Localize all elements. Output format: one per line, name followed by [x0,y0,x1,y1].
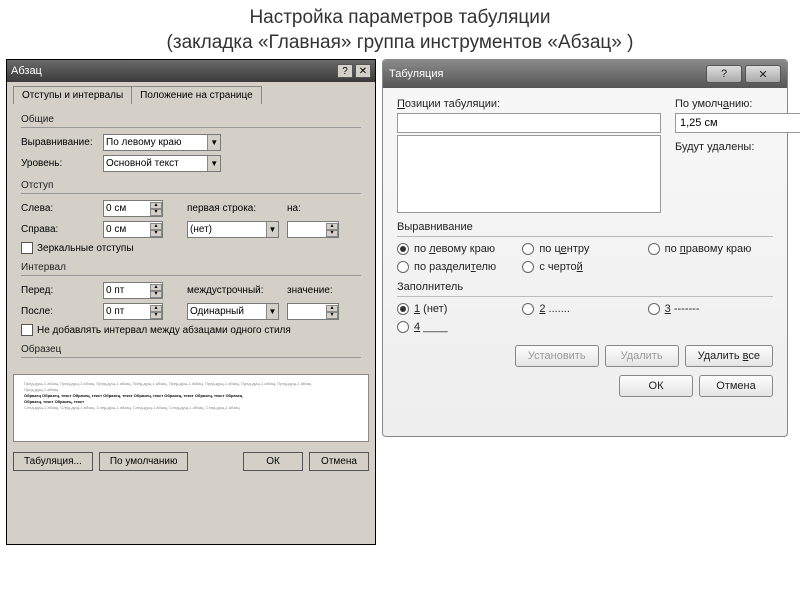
tab-indents[interactable]: Отступы и интервалы [13,86,132,104]
clear-button[interactable]: Удалить [605,345,679,367]
alignment-group-label: Выравнивание [397,221,773,233]
cancel-button[interactable]: Отмена [309,452,369,471]
align-left-radio[interactable]: по левому краю [397,243,522,255]
help-button[interactable]: ? [706,65,742,83]
mirror-checkbox[interactable]: Зеркальные отступы [21,242,361,254]
default-label: По умолчанию: [675,98,773,110]
tabs: Отступы и интервалы Положение на страниц… [7,82,375,104]
positions-input[interactable] [397,113,661,133]
indent-left-input[interactable]: ▴▾ [103,200,163,217]
clear-all-button[interactable]: Удалить все [685,345,773,367]
level-label: Уровень: [21,158,99,169]
align-bar-radio[interactable]: с чертой [522,261,647,273]
close-button[interactable]: ✕ [745,65,781,83]
after-input[interactable]: ▴▾ [103,303,163,320]
sample-label: Образец [21,344,361,355]
leader-group-label: Заполнитель [397,281,773,293]
page-title: Настройка параметров табуляции (закладка… [0,0,800,59]
nospace-checkbox[interactable]: Не добавлять интервал между абзацами одн… [21,324,361,336]
help-button[interactable]: ? [337,64,353,78]
ok-button[interactable]: ОК [243,452,303,471]
close-button[interactable]: ✕ [355,64,371,78]
dialog-title: Табуляция [389,68,703,80]
by-label: на: [287,203,313,214]
group-general: Общие [21,114,361,125]
indent-right-label: Справа: [21,224,99,235]
chevron-down-icon: ▼ [207,135,220,150]
linesp-select[interactable]: ▼ [187,303,279,320]
firstline-select[interactable]: ▼ [187,221,279,238]
titlebar: Табуляция ? ✕ [383,60,787,88]
leader-3-radio[interactable]: 3 ------- [648,303,773,315]
linesp-label: междустрочный: [187,285,283,296]
paragraph-dialog: Абзац ? ✕ Отступы и интервалы Положение … [6,59,376,545]
align-decimal-radio[interactable]: по разделителю [397,261,522,273]
positions-label: Позиции табуляции: [397,98,661,110]
after-label: После: [21,306,99,317]
by-input[interactable]: ▴▾ [287,221,339,238]
level-select[interactable]: ▼ [103,155,221,172]
group-indent: Отступ [21,180,361,191]
default-spinner[interactable]: ▴▾ [675,113,773,133]
titlebar: Абзац ? ✕ [7,60,375,82]
leader-1-radio[interactable]: 1 (нет) [397,303,522,315]
alignment-select[interactable]: ▼ [103,134,221,151]
value-input[interactable]: ▴▾ [287,303,339,320]
cleared-label: Будут удалены: [675,141,773,153]
ok-button[interactable]: ОК [619,375,693,397]
tabs-button[interactable]: Табуляция... [13,452,93,471]
group-spacing: Интервал [21,262,361,273]
alignment-label: Выравнивание: [21,137,99,148]
preview-box: Пред-дущ-1 абзац, Пред-дущ-1 абзац, Пред… [13,374,369,442]
set-button[interactable]: Установить [515,345,599,367]
tabulation-dialog: Табуляция ? ✕ Позиции табуляции: По умол… [382,59,788,437]
tab-position[interactable]: Положение на странице [131,86,261,104]
value-label: значение: [287,285,331,296]
default-button[interactable]: По умолчанию [99,452,189,471]
dialog-title: Абзац [11,65,335,77]
leader-4-radio[interactable]: 4 ____ [397,321,522,333]
positions-list[interactable] [397,135,661,213]
chevron-down-icon: ▼ [207,156,220,171]
chevron-down-icon: ▼ [266,222,278,237]
indent-right-input[interactable]: ▴▾ [103,221,163,238]
firstline-label: первая строка: [187,203,283,214]
cancel-button[interactable]: Отмена [699,375,773,397]
before-input[interactable]: ▴▾ [103,282,163,299]
align-center-radio[interactable]: по центру [522,243,647,255]
indent-left-label: Слева: [21,203,99,214]
leader-2-radio[interactable]: 2 ....... [522,303,647,315]
before-label: Перед: [21,285,99,296]
chevron-down-icon: ▼ [266,304,278,319]
align-right-radio[interactable]: по правому краю [648,243,773,255]
